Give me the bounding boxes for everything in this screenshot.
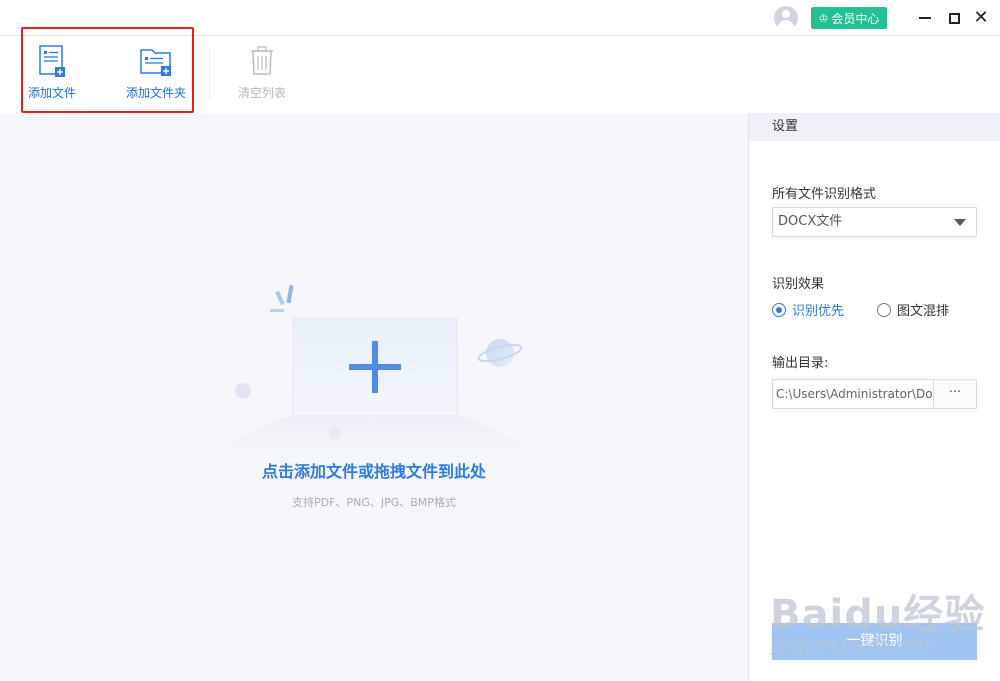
- add-file-icon: [39, 45, 65, 77]
- format-label: 所有文件识别格式: [772, 187, 877, 202]
- format-select[interactable]: DOCX文件: [772, 207, 977, 237]
- browse-button[interactable]: ···: [934, 379, 977, 409]
- vip-center-label: 会员中心: [831, 11, 880, 26]
- maximize-button[interactable]: [942, 6, 966, 30]
- add-folder-button[interactable]: 添加文件夹: [123, 44, 189, 101]
- radio-checked-icon: [772, 302, 786, 317]
- add-folder-label: 添加文件夹: [125, 86, 186, 100]
- effect-option-accuracy[interactable]: 识别优先: [772, 300, 844, 319]
- toolbar: 添加文件 添加文件夹 清空列表: [0, 37, 1000, 113]
- add-file-button[interactable]: 添加文件: [25, 44, 79, 101]
- clear-list-label: 清空列表: [237, 86, 286, 100]
- radio-unchecked-icon: [877, 302, 892, 317]
- close-icon: ✕: [973, 7, 989, 28]
- effect-option-mixed-layout[interactable]: 图文混排: [877, 300, 949, 319]
- settings-panel: 设置 所有文件识别格式 DOCX文件 识别效果 识别优先 图文混排 输出目录: …: [748, 113, 1000, 681]
- start-recognition-button[interactable]: 一键识别: [772, 623, 977, 660]
- effect-option-label: 图文混排: [897, 304, 950, 319]
- add-folder-icon: [140, 49, 171, 76]
- output-label: 输出目录:: [772, 356, 829, 371]
- trash-icon: [251, 46, 273, 75]
- avatar-icon[interactable]: [774, 6, 798, 30]
- minimize-button[interactable]: [913, 6, 937, 30]
- format-select-value: DOCX文件: [778, 214, 843, 229]
- drop-subtitle: 支持PDF、PNG、JPG、BMP格式: [292, 496, 456, 509]
- effect-option-label: 识别优先: [792, 304, 845, 319]
- settings-header: 设置: [749, 113, 1000, 141]
- file-drop-area[interactable]: 点击添加文件或拖拽文件到此处 支持PDF、PNG、JPG、BMP格式: [0, 113, 748, 681]
- crown-icon: ♔: [818, 11, 829, 25]
- output-path-row: C:\Users\Administrator\Documents ···: [772, 379, 977, 409]
- chevron-down-icon: [954, 219, 966, 226]
- add-file-label: 添加文件: [27, 86, 76, 100]
- minimize-icon: [919, 17, 931, 19]
- toolbar-divider: [209, 49, 210, 99]
- clear-list-button[interactable]: 清空列表: [235, 44, 289, 101]
- drop-illustration: [210, 284, 540, 458]
- close-button[interactable]: ✕: [969, 6, 993, 30]
- maximize-icon: [948, 12, 960, 24]
- effect-radio-group: 识别优先 图文混排: [772, 300, 982, 319]
- effect-label: 识别效果: [772, 277, 825, 292]
- drop-title: 点击添加文件或拖拽文件到此处: [261, 462, 486, 481]
- title-bar: ♔ 会员中心 ✕: [0, 0, 1000, 36]
- output-path-input[interactable]: C:\Users\Administrator\Documents: [772, 379, 934, 409]
- vip-center-button[interactable]: ♔ 会员中心: [811, 7, 887, 29]
